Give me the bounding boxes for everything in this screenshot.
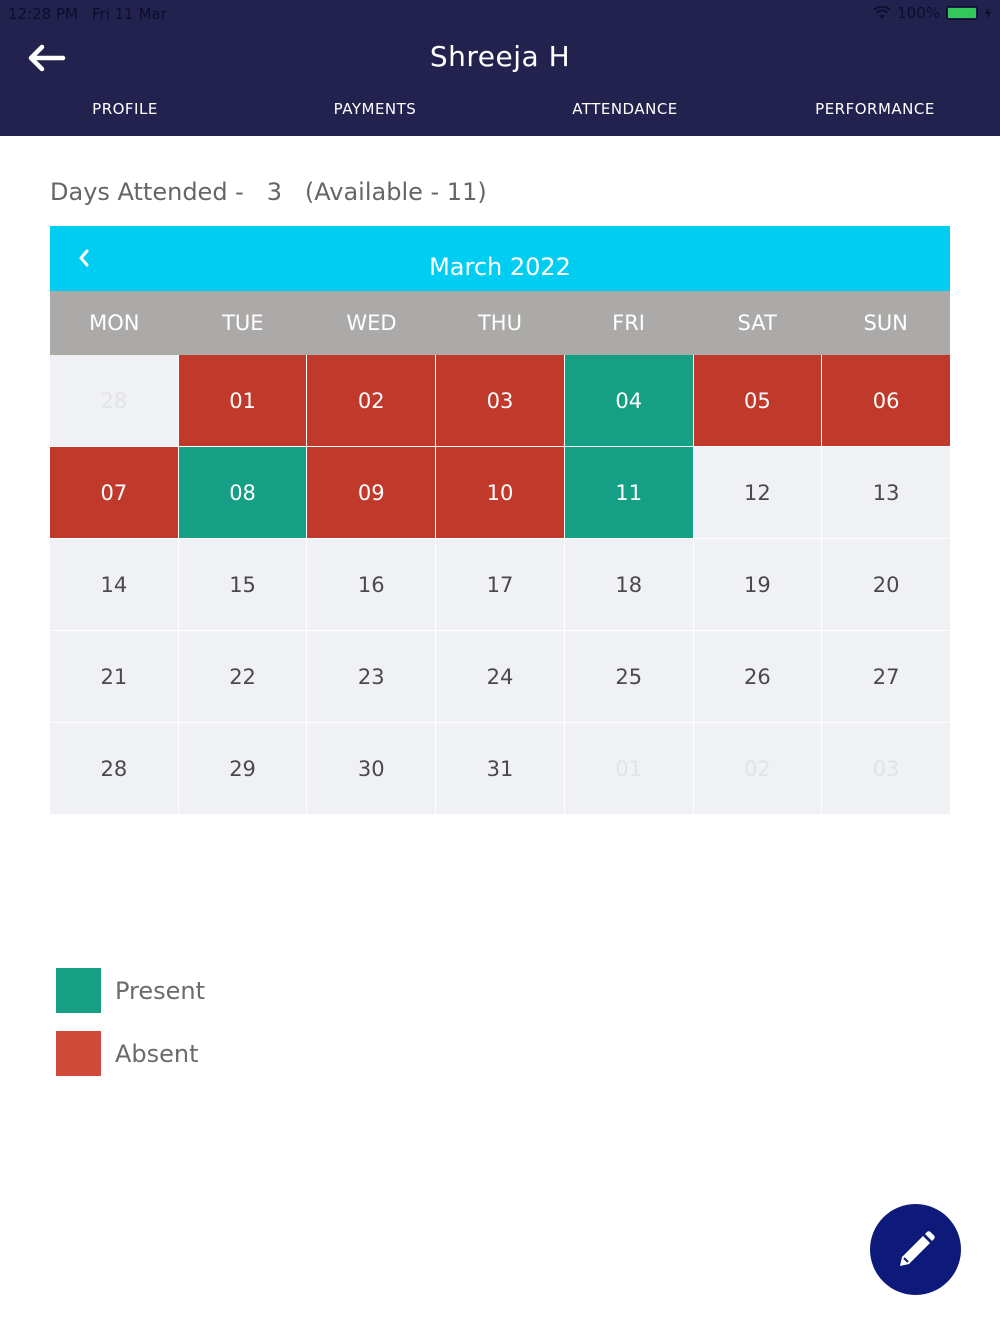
- legend-label: Absent: [115, 1039, 199, 1068]
- tab-performance[interactable]: PERFORMANCE: [750, 96, 1000, 124]
- legend: Present Absent: [56, 968, 205, 1094]
- weekday-label: SAT: [737, 311, 777, 335]
- calendar-month-label: March 2022: [429, 253, 571, 281]
- calendar-day[interactable]: 29: [178, 723, 307, 814]
- calendar-day[interactable]: 15: [178, 539, 307, 630]
- calendar-day[interactable]: 24: [436, 631, 564, 722]
- legend-label: Present: [115, 976, 206, 1005]
- attendance-calendar: March 2022 MON TUE WED THU FRI SAT SUN 2…: [50, 226, 950, 814]
- calendar-day[interactable]: 17: [436, 539, 564, 630]
- calendar-days-grid: 28 01 02 03 04 05 06 07 08 09 10 11 12 13 14 15 16 17 18 19…: [50, 355, 950, 814]
- calendar-day[interactable]: 19: [693, 539, 822, 630]
- legend-swatch-absent: [56, 1031, 101, 1076]
- calendar-day[interactable]: 21: [50, 631, 178, 722]
- legend-item-absent: Absent: [56, 1031, 205, 1076]
- status-right: 100%: [873, 4, 992, 22]
- weekday-row: MON TUE WED THU FRI SAT SUN: [50, 291, 950, 355]
- calendar-day: 03: [822, 723, 950, 814]
- app-header: 12:28 PM Fri 11 Mar 100% Shreeja H PROFI…: [0, 0, 1000, 136]
- tab-profile[interactable]: PROFILE: [0, 96, 250, 124]
- calendar-day[interactable]: 10: [436, 447, 564, 538]
- calendar-day[interactable]: 08: [178, 447, 307, 538]
- calendar-day[interactable]: 28: [50, 723, 178, 814]
- calendar-day[interactable]: 09: [307, 447, 436, 538]
- legend-item-present: Present: [56, 968, 205, 1013]
- calendar-day[interactable]: 23: [307, 631, 436, 722]
- tab-attendance[interactable]: ATTENDANCE: [500, 96, 750, 124]
- calendar-day[interactable]: 22: [178, 631, 307, 722]
- charging-icon: [985, 6, 991, 20]
- calendar-day[interactable]: 13: [822, 447, 950, 538]
- edit-attendance-button[interactable]: [870, 1204, 961, 1295]
- status-bar: 12:28 PM Fri 11 Mar 100%: [0, 0, 1000, 28]
- calendar-day[interactable]: 26: [693, 631, 822, 722]
- calendar-day[interactable]: 07: [50, 447, 178, 538]
- calendar-day[interactable]: 04: [564, 355, 693, 446]
- calendar-day[interactable]: 16: [307, 539, 436, 630]
- days-attended-summary: Days Attended - 3 (Available - 11): [50, 178, 487, 206]
- weekday-label: MON: [89, 311, 140, 335]
- calendar-day[interactable]: 12: [693, 447, 822, 538]
- wifi-icon: [873, 6, 891, 19]
- calendar-day[interactable]: 27: [822, 631, 950, 722]
- calendar-day[interactable]: 02: [307, 355, 436, 446]
- weekday-label: WED: [346, 311, 397, 335]
- calendar-day: 28: [50, 355, 178, 446]
- weekday-label: FRI: [612, 311, 645, 335]
- calendar-day[interactable]: 31: [436, 723, 564, 814]
- tab-payments[interactable]: PAYMENTS: [250, 96, 500, 124]
- calendar-day[interactable]: 03: [436, 355, 564, 446]
- weekday-label: TUE: [222, 311, 264, 335]
- calendar-day[interactable]: 11: [564, 447, 693, 538]
- calendar-day[interactable]: 25: [564, 631, 693, 722]
- tab-bar: PROFILE PAYMENTS ATTENDANCE PERFORMANCE: [0, 96, 1000, 124]
- calendar-day[interactable]: 05: [693, 355, 822, 446]
- calendar-day: 02: [693, 723, 822, 814]
- status-time: 12:28 PM: [8, 5, 78, 23]
- battery-percent: 100%: [897, 4, 940, 22]
- calendar-day[interactable]: 01: [178, 355, 307, 446]
- calendar-day[interactable]: 14: [50, 539, 178, 630]
- pencil-icon: [899, 1230, 935, 1266]
- weekday-label: THU: [477, 311, 522, 335]
- page-title: Shreeja H: [429, 40, 571, 73]
- legend-swatch-present: [56, 968, 101, 1013]
- calendar-day[interactable]: 18: [564, 539, 693, 630]
- calendar-day: 01: [564, 723, 693, 814]
- calendar-day[interactable]: 06: [822, 355, 950, 446]
- calendar-header: March 2022: [50, 226, 950, 291]
- status-date: Fri 11 Mar: [92, 5, 167, 23]
- calendar-day[interactable]: 20: [822, 539, 950, 630]
- battery-icon: [946, 6, 978, 20]
- weekday-label: SUN: [863, 311, 908, 335]
- calendar-day[interactable]: 30: [307, 723, 436, 814]
